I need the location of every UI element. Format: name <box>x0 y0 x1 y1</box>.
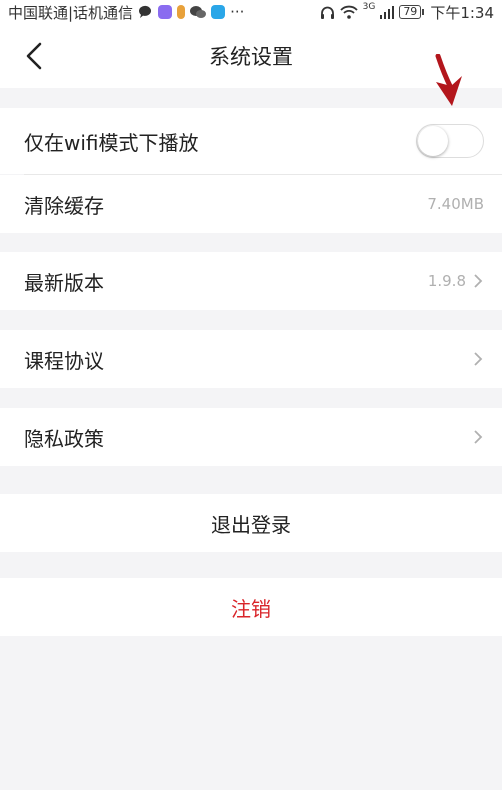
wifi-only-toggle[interactable] <box>416 124 484 158</box>
wifi-only-label: 仅在wifi模式下播放 <box>24 130 199 155</box>
app-notification-icon <box>158 5 173 19</box>
course-agreement-label: 课程协议 <box>24 348 104 373</box>
app-notification-icon-3 <box>211 5 226 19</box>
logout-button[interactable]: 退出登录 <box>0 494 502 552</box>
app-notification-icon-2 <box>177 5 186 19</box>
chevron-right-icon <box>474 274 483 288</box>
latest-version-label: 最新版本 <box>24 270 104 295</box>
setting-row-wifi-only: 仅在wifi模式下播放 <box>0 108 502 174</box>
status-bar: 中国联通|话机通信 ··· 3G 79 下午1:34 <box>0 0 502 24</box>
back-button[interactable] <box>22 40 48 72</box>
privacy-policy-label: 隐私政策 <box>24 426 104 451</box>
deregister-button[interactable]: 注销 <box>0 578 502 636</box>
signal-icon <box>380 5 395 19</box>
clock: 下午1:34 <box>430 3 494 22</box>
version-value-group: 1.9.8 <box>428 272 484 290</box>
setting-row-course-agreement[interactable]: 课程协议 <box>0 330 502 388</box>
page-title: 系统设置 <box>209 45 293 69</box>
red-arrow-annotation-icon <box>435 54 462 106</box>
cache-size-value: 7.40MB <box>427 195 484 213</box>
clear-cache-label: 清除缓存 <box>24 193 104 218</box>
version-value: 1.9.8 <box>427 272 466 290</box>
headphones-icon <box>320 5 335 20</box>
chevron-right-icon <box>474 352 483 366</box>
wifi-icon <box>339 5 358 19</box>
status-bar-left: 中国联通|话机通信 ··· <box>8 2 244 23</box>
setting-row-privacy-policy[interactable]: 隐私政策 <box>0 408 502 466</box>
setting-row-latest-version[interactable]: 最新版本 1.9.8 <box>0 252 502 310</box>
carrier-text: 中国联通|话机通信 <box>8 3 134 22</box>
chevron-right-icon <box>474 430 483 444</box>
chat-bubble-icon <box>138 5 153 19</box>
setting-row-clear-cache[interactable]: 清除缓存 7.40MB <box>0 175 502 233</box>
status-bar-right: 3G 79 下午1:34 <box>320 2 494 23</box>
network-type: 3G <box>362 1 376 12</box>
nav-bar: 系统设置 <box>0 24 502 88</box>
deregister-label: 注销 <box>231 596 271 621</box>
logout-label: 退出登录 <box>211 512 291 537</box>
more-notifications-icon: ··· <box>230 3 245 21</box>
wechat-icon <box>190 5 207 19</box>
battery-icon: 79 <box>399 5 425 19</box>
toggle-knob <box>418 126 448 156</box>
chevron-left-icon <box>26 42 42 70</box>
